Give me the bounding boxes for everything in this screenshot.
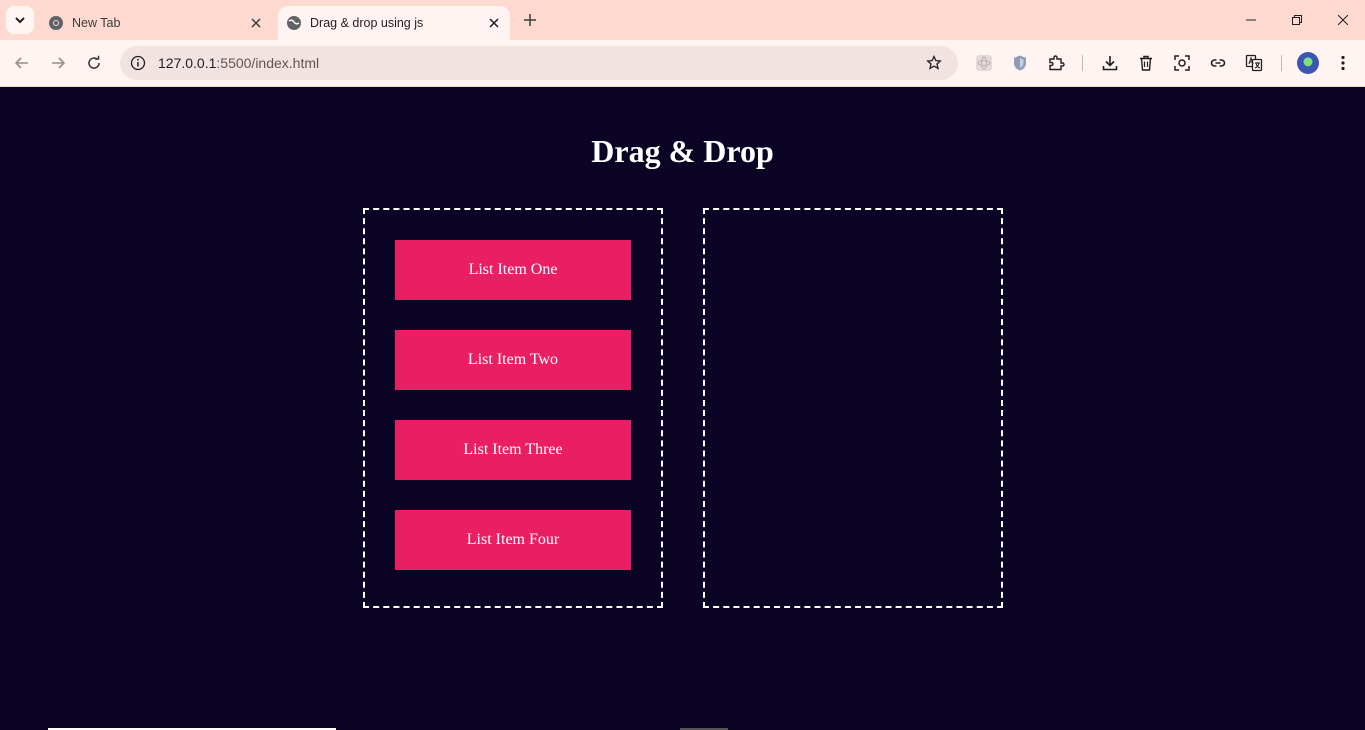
restore-icon [1292, 15, 1302, 25]
address-bar[interactable]: 127.0.0.1:5500/index.html [120, 46, 958, 80]
trash-icon[interactable] [1134, 51, 1158, 75]
close-icon[interactable] [246, 13, 266, 33]
plus-icon [524, 14, 536, 26]
browser-toolbar: 127.0.0.1:5500/index.html [0, 40, 1365, 87]
new-tab-button[interactable] [518, 8, 542, 32]
minimize-icon [1246, 19, 1256, 21]
profile-avatar[interactable] [1297, 52, 1319, 74]
forward-button[interactable] [44, 49, 72, 77]
translate-icon[interactable] [1242, 51, 1266, 75]
arrow-right-icon [52, 57, 66, 69]
back-button[interactable] [8, 49, 36, 77]
chrome-icon [48, 15, 64, 31]
list-item-three[interactable]: List Item Three [395, 420, 631, 480]
reload-icon [88, 55, 100, 69]
shield-extension-icon[interactable] [1008, 51, 1032, 75]
tab-search-button[interactable] [6, 6, 34, 34]
drop-zone-left[interactable]: List Item One List Item Two List Item Th… [363, 208, 663, 608]
page-viewport: Drag & Drop List Item One List Item Two … [0, 87, 1365, 730]
tab-strip: New Tab Drag & drop using js [0, 0, 1365, 40]
url-path: :5500/index.html [216, 55, 320, 71]
list-item-two[interactable]: List Item Two [395, 330, 631, 390]
screenshot-icon[interactable] [1170, 51, 1194, 75]
download-icon[interactable] [1098, 51, 1122, 75]
close-icon[interactable] [484, 13, 504, 33]
toolbar-divider [1281, 55, 1282, 71]
minimize-button[interactable] [1228, 0, 1274, 40]
site-info-icon[interactable] [128, 53, 148, 73]
more-menu-icon[interactable] [1331, 51, 1355, 75]
close-icon [1338, 15, 1348, 25]
tab-new-tab[interactable]: New Tab [40, 6, 272, 40]
toolbar-divider [1082, 55, 1083, 71]
list-item-one[interactable]: List Item One [395, 240, 631, 300]
link-icon[interactable] [1206, 51, 1230, 75]
reload-button[interactable] [80, 49, 108, 77]
list-item-four[interactable]: List Item Four [395, 510, 631, 570]
tab-drag-drop[interactable]: Drag & drop using js [278, 6, 510, 40]
drop-zone-right[interactable] [703, 208, 1003, 608]
tab-title: Drag & drop using js [310, 16, 424, 30]
restore-button[interactable] [1274, 0, 1320, 40]
close-window-button[interactable] [1320, 0, 1365, 40]
globe-icon [286, 15, 302, 31]
chevron-down-icon [15, 17, 25, 24]
page-title: Drag & Drop [591, 133, 774, 169]
bookmark-star-icon[interactable] [922, 51, 946, 75]
react-devtools-extension-icon[interactable] [972, 51, 996, 75]
url-host: 127.0.0.1 [158, 55, 217, 71]
url-text: 127.0.0.1:5500/index.html [158, 55, 922, 71]
tab-title: New Tab [72, 16, 121, 30]
extensions-puzzle-icon[interactable] [1044, 51, 1068, 75]
arrow-left-icon [14, 57, 28, 69]
